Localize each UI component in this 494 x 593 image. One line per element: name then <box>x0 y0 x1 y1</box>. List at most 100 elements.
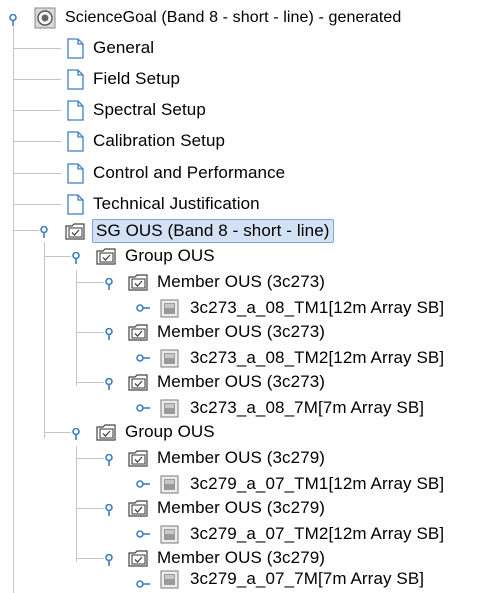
scheduling-block-icon <box>160 349 179 367</box>
tree-node-label: General <box>93 38 155 57</box>
collapsed-toggle-icon[interactable] <box>136 529 150 539</box>
tree-connector <box>13 48 61 49</box>
tree-connector <box>76 458 104 459</box>
document-icon <box>67 193 84 215</box>
tree-node-scheduling-block[interactable]: 3c279_a_07_TM2[12m Array SB] <box>160 521 446 547</box>
tree-node-label: ScienceGoal (Band 8 - short - line) - ge… <box>65 9 402 26</box>
tree-node-calibration-setup[interactable]: Calibration Setup <box>67 128 227 154</box>
tree-guide-line <box>76 446 77 562</box>
tree-node-label: 3c279_a_07_TM2[12m Array SB] <box>190 524 445 543</box>
folder-check-icon <box>128 549 148 567</box>
tree-connector <box>44 256 71 257</box>
folder-check-icon <box>128 449 148 467</box>
project-tree: ScienceGoal (Band 8 - short - line) - ge… <box>0 0 494 593</box>
expand-toggle-icon[interactable] <box>104 378 114 390</box>
expand-toggle-icon[interactable] <box>39 226 49 238</box>
tree-node-spectral-setup[interactable]: Spectral Setup <box>67 97 208 123</box>
tree-node-control-and-performance[interactable]: Control and Performance <box>67 160 287 186</box>
document-icon <box>67 37 84 59</box>
tree-node-group-ous[interactable]: Group OUS <box>96 243 217 269</box>
tree-node-member-ous[interactable]: Member OUS (3c279) <box>128 495 327 521</box>
folder-check-icon <box>128 373 148 391</box>
folder-check-icon <box>65 222 85 240</box>
tree-connector <box>76 332 104 333</box>
scheduling-block-icon <box>160 525 179 543</box>
tree-node-label: Member OUS (3c279) <box>157 548 326 567</box>
tree-node-label: 3c273_a_08_7M[7m Array SB] <box>190 398 425 417</box>
tree-connector <box>13 79 61 80</box>
folder-check-icon <box>128 499 148 517</box>
tree-node-label: Member OUS (3c279) <box>157 448 326 467</box>
tree-node-general[interactable]: General <box>67 35 156 61</box>
tree-connector <box>44 432 71 433</box>
tree-connector <box>76 558 104 559</box>
tree-node-group-ous[interactable]: Group OUS <box>96 419 217 445</box>
expand-toggle-icon[interactable] <box>71 252 81 264</box>
tree-node-scheduling-block[interactable]: 3c279_a_07_TM1[12m Array SB] <box>160 471 446 497</box>
tree-node-label: 3c273_a_08_TM1[12m Array SB] <box>190 298 445 317</box>
expand-toggle-icon[interactable] <box>104 328 114 340</box>
collapsed-toggle-icon[interactable] <box>136 479 150 489</box>
tree-node-member-ous[interactable]: Member OUS (3c273) <box>128 319 327 345</box>
folder-check-icon <box>128 273 148 291</box>
tree-node-member-ous[interactable]: Member OUS (3c279) <box>128 445 327 471</box>
tree-node-label: Member OUS (3c273) <box>157 372 326 391</box>
expand-toggle-icon[interactable] <box>104 504 114 516</box>
tree-node-label: Spectral Setup <box>93 100 206 119</box>
tree-node-label: Field Setup <box>93 69 181 88</box>
science-goal-icon <box>34 7 56 29</box>
tree-node-scheduling-block[interactable]: 3c273_a_08_7M[7m Array SB] <box>160 395 426 421</box>
scheduling-block-icon <box>160 299 179 317</box>
folder-check-icon <box>128 323 148 341</box>
tree-node-label: Calibration Setup <box>93 131 226 150</box>
tree-node-scheduling-block[interactable]: 3c273_a_08_TM1[12m Array SB] <box>160 295 446 321</box>
tree-connector <box>13 110 61 111</box>
folder-check-icon <box>96 423 116 441</box>
document-icon <box>67 162 84 184</box>
scheduling-block-icon <box>160 399 179 417</box>
tree-node-label: 3c279_a_07_TM1[12m Array SB] <box>190 474 445 493</box>
tree-guide-line <box>44 242 45 438</box>
tree-node-label: 3c279_a_07_7M[7m Array SB] <box>190 569 425 588</box>
tree-node-scheduling-block[interactable]: 3c279_a_07_7M[7m Array SB] <box>160 567 426 591</box>
expand-toggle-icon[interactable] <box>104 278 114 290</box>
document-icon <box>67 99 84 121</box>
tree-connector <box>13 141 61 142</box>
tree-node-label: Member OUS (3c279) <box>157 498 326 517</box>
tree-connector <box>76 282 104 283</box>
tree-node-label-selected: SG OUS (Band 8 - short - line) <box>92 219 334 243</box>
tree-node-label: Member OUS (3c273) <box>157 272 326 291</box>
collapsed-toggle-icon[interactable] <box>136 303 150 313</box>
collapsed-toggle-icon[interactable] <box>136 353 150 363</box>
tree-connector <box>13 230 39 231</box>
tree-node-label: Technical Justification <box>93 194 260 213</box>
tree-node-sg-ous[interactable]: SG OUS (Band 8 - short - line) <box>65 218 334 244</box>
scheduling-block-icon <box>160 475 179 493</box>
tree-connector <box>76 382 104 383</box>
tree-node-label: 3c273_a_08_TM2[12m Array SB] <box>190 348 445 367</box>
document-icon <box>67 68 84 90</box>
tree-node-member-ous[interactable]: Member OUS (3c273) <box>128 269 327 295</box>
tree-node-label: Control and Performance <box>93 163 286 182</box>
tree-connector <box>13 173 61 174</box>
tree-node-label: Group OUS <box>125 422 215 441</box>
tree-node-field-setup[interactable]: Field Setup <box>67 66 182 92</box>
document-icon <box>67 130 84 152</box>
folder-check-icon <box>96 247 116 265</box>
tree-node-root[interactable]: ScienceGoal (Band 8 - short - line) - ge… <box>34 5 403 31</box>
collapsed-toggle-icon[interactable] <box>136 403 150 413</box>
tree-connector <box>76 508 104 509</box>
tree-node-technical-justification[interactable]: Technical Justification <box>67 191 262 217</box>
tree-node-scheduling-block[interactable]: 3c273_a_08_TM2[12m Array SB] <box>160 345 446 371</box>
tree-connector <box>13 204 61 205</box>
expand-toggle-icon[interactable] <box>71 428 81 440</box>
expand-toggle-icon[interactable] <box>104 554 114 566</box>
expand-toggle-icon[interactable] <box>104 454 114 466</box>
tree-node-label: Member OUS (3c273) <box>157 322 326 341</box>
tree-node-label: Group OUS <box>125 246 215 265</box>
collapsed-toggle-icon[interactable] <box>136 579 150 589</box>
expand-toggle-icon[interactable] <box>8 14 18 26</box>
tree-guide-line <box>13 26 14 593</box>
tree-guide-line <box>76 270 77 386</box>
tree-node-member-ous[interactable]: Member OUS (3c273) <box>128 369 327 395</box>
